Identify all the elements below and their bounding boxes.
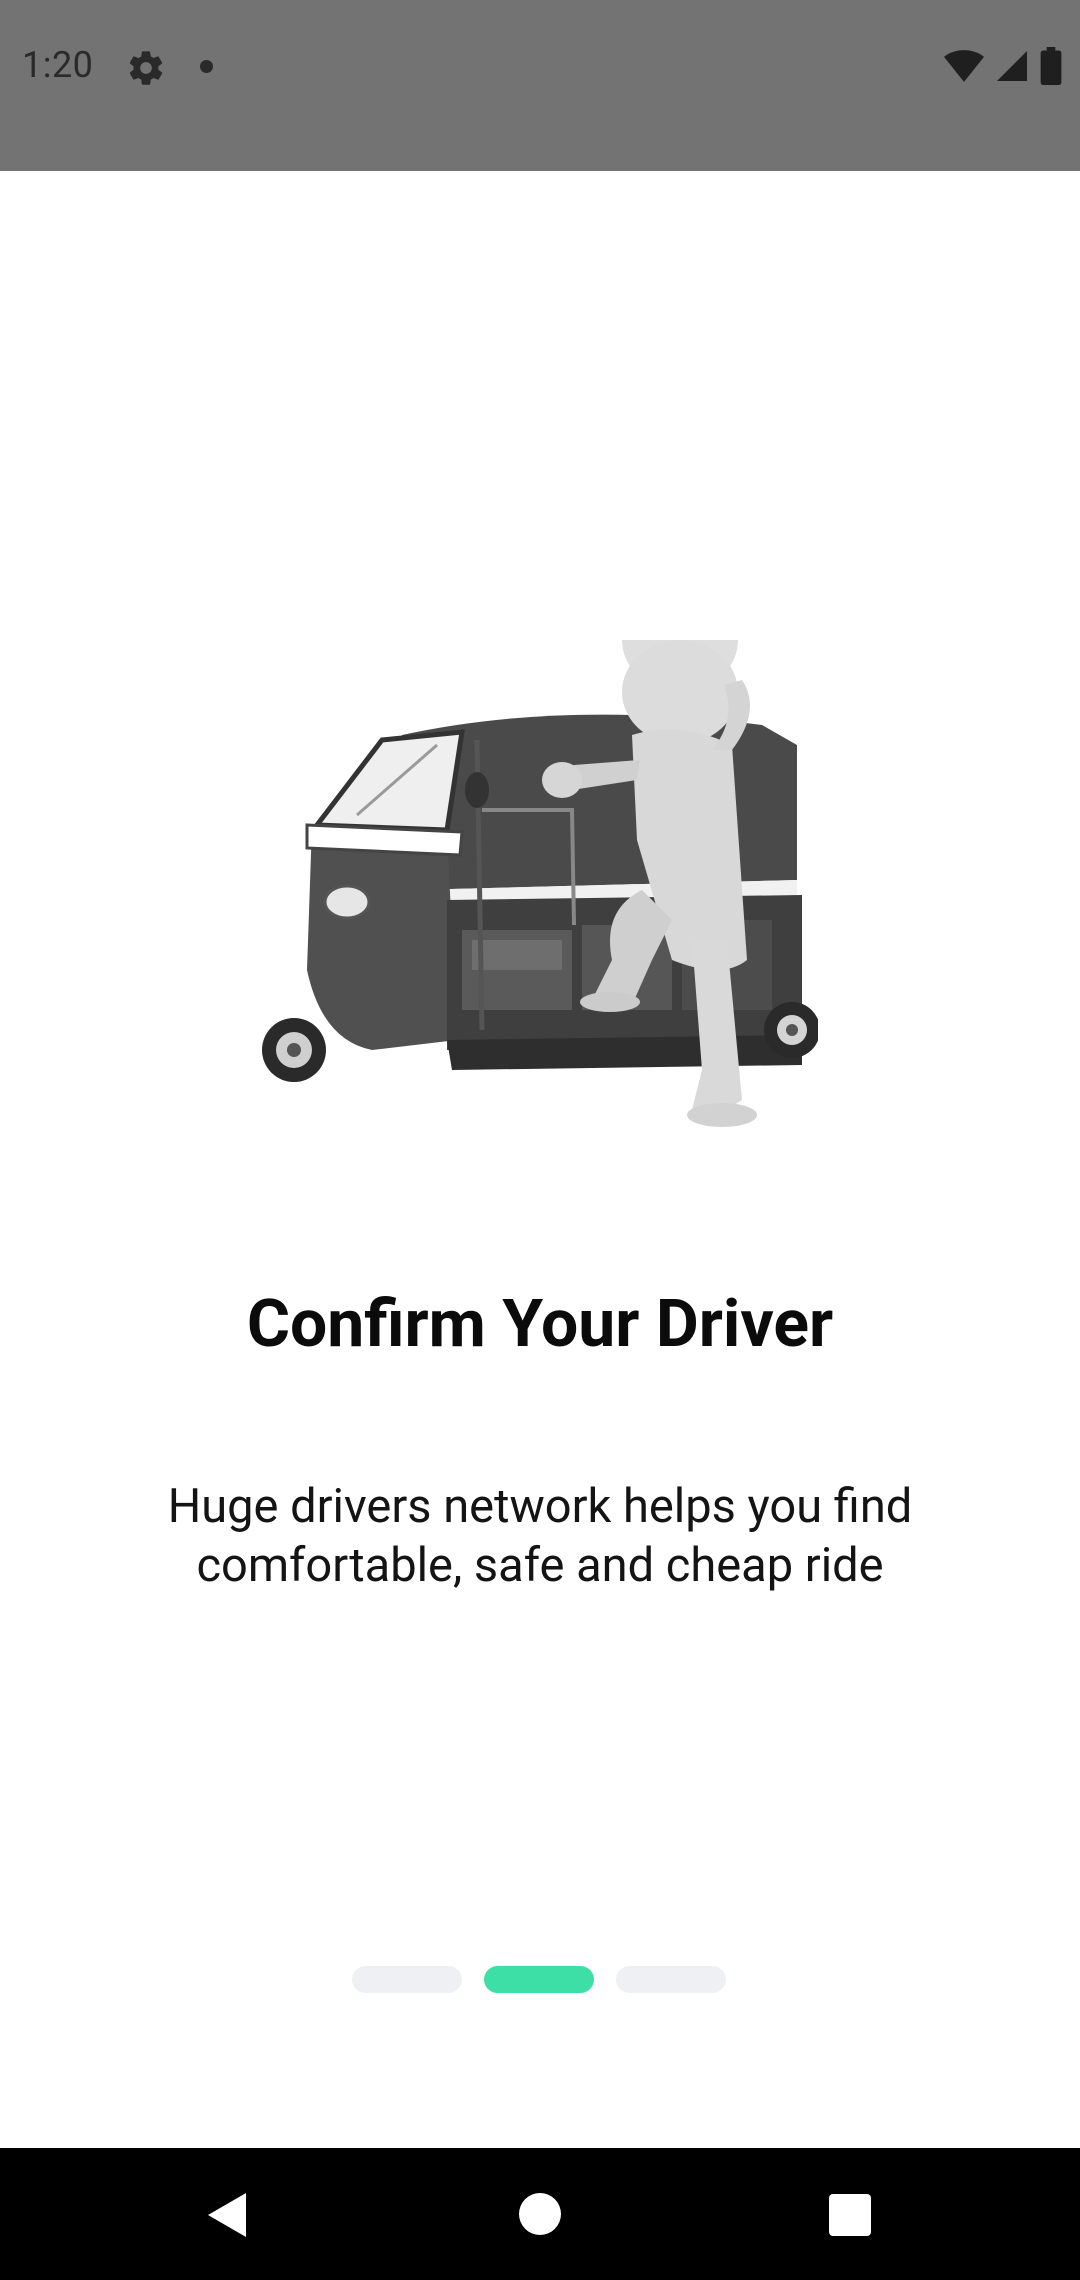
auto-rickshaw-illustration xyxy=(262,640,818,1127)
page-indicator-dot-2-active[interactable] xyxy=(484,1966,594,1993)
back-icon[interactable] xyxy=(204,2191,250,2239)
onboarding-description: Huge drivers network helps you find comf… xyxy=(167,1479,913,1593)
cell-signal-icon xyxy=(997,51,1027,81)
gear-icon xyxy=(129,51,163,85)
home-icon[interactable] xyxy=(519,2193,561,2235)
onboarding-title: Confirm Your Driver xyxy=(246,1286,834,1363)
wifi-icon xyxy=(944,50,984,82)
system-navigation-bar xyxy=(0,2148,1080,2280)
battery-icon xyxy=(1040,47,1062,85)
notification-dot-icon xyxy=(200,60,213,73)
page-indicator-dot-1[interactable] xyxy=(352,1966,462,1993)
status-time: 1:20 xyxy=(22,44,94,86)
page-indicator-dot-3[interactable] xyxy=(616,1966,726,1993)
status-icons xyxy=(944,46,1062,86)
page-indicator xyxy=(352,1966,726,1993)
status-bar: 1:20 xyxy=(0,0,1080,171)
recents-icon[interactable] xyxy=(829,2194,871,2236)
